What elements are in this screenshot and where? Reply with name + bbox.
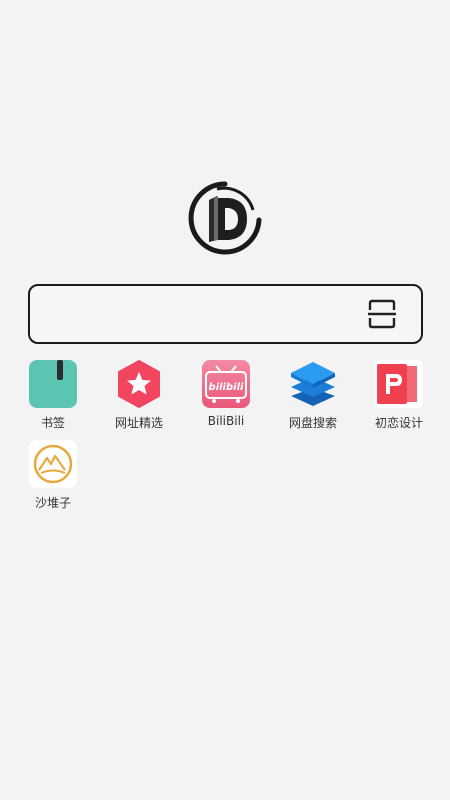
sand-mountain-icon <box>29 440 77 488</box>
star-hexagon-icon <box>115 360 163 408</box>
layers-icon <box>289 360 337 408</box>
app-label: 初恋设计 <box>374 416 423 430</box>
svg-text:bilibili: bilibili <box>209 382 244 393</box>
bilibili-icon: bilibili <box>202 360 250 408</box>
app-url-picks[interactable]: 网址精选 <box>94 360 184 440</box>
app-label: 网盘搜索 <box>288 416 337 430</box>
search-input[interactable] <box>44 296 364 332</box>
app-label: 书签 <box>40 416 65 430</box>
scan-icon <box>368 299 396 329</box>
app-sand-pile[interactable]: 沙堆子 <box>8 440 98 520</box>
app-first-love-design[interactable]: 初恋设计 <box>354 360 444 440</box>
search-box[interactable] <box>28 284 423 344</box>
app-bilibili[interactable]: bilibili BiliBili <box>181 360 271 440</box>
app-cloud-search[interactable]: 网盘搜索 <box>268 360 358 440</box>
d-book-logo-icon <box>188 181 262 255</box>
bookmark-icon <box>29 360 77 408</box>
app-label: 沙堆子 <box>34 496 71 510</box>
app-label: BiliBili <box>207 414 245 428</box>
app-logo <box>187 180 263 256</box>
p-design-icon <box>375 360 423 408</box>
app-label: 网址精选 <box>114 416 163 430</box>
app-bookmark[interactable]: 书签 <box>8 360 98 440</box>
scan-button[interactable] <box>367 299 397 329</box>
